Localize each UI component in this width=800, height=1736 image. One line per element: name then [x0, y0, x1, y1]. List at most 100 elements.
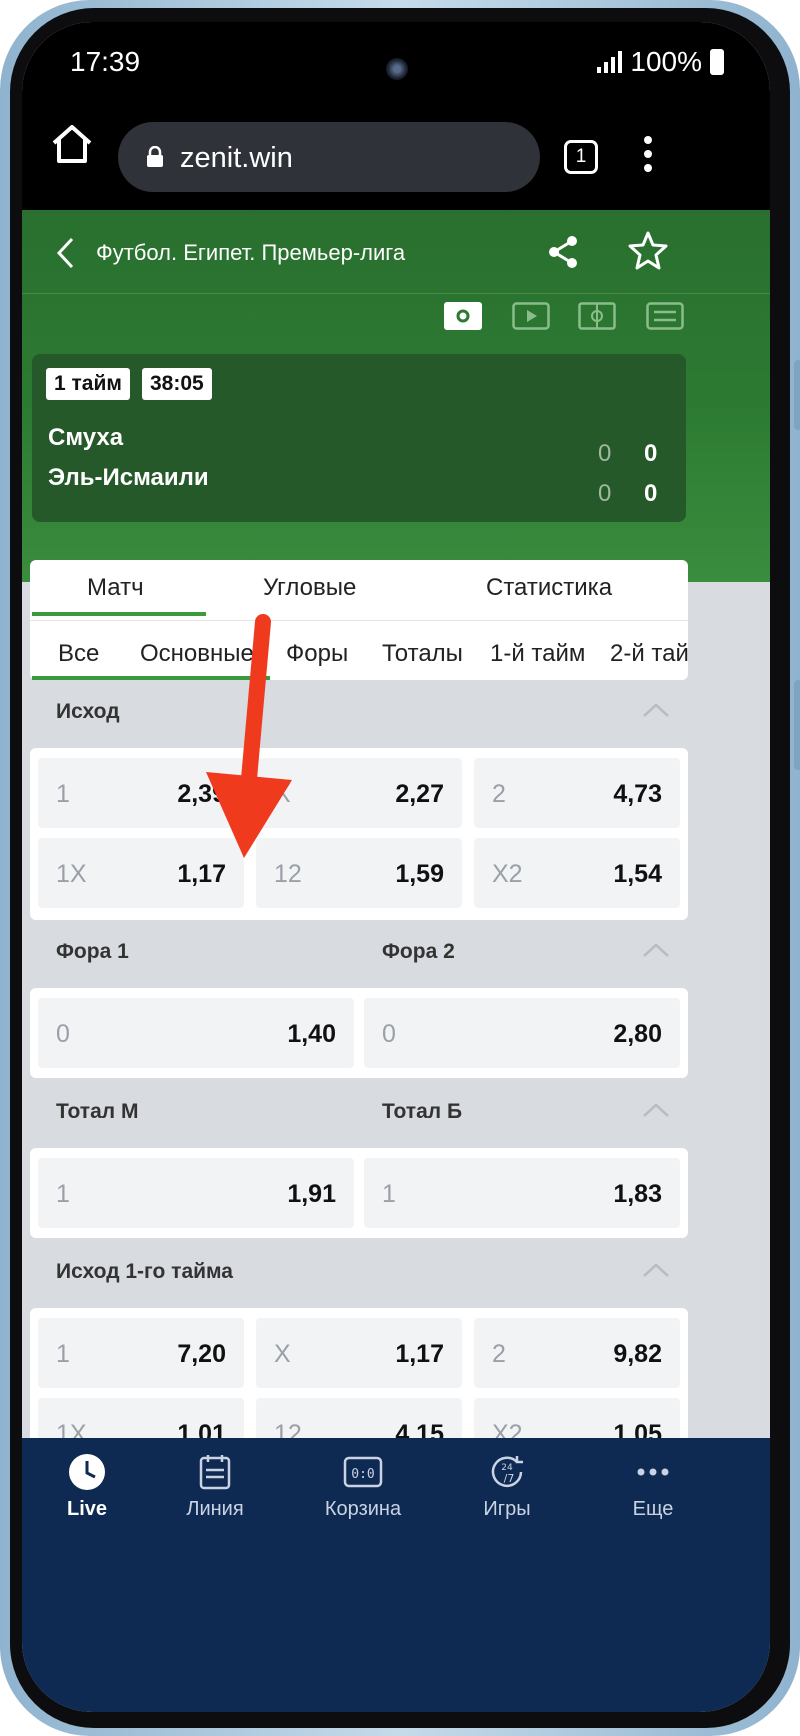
browser-menu-icon[interactable] — [638, 136, 658, 180]
clock-icon — [69, 1454, 105, 1490]
media-buttons — [22, 294, 770, 348]
filter-second-half[interactable]: 2-й тайм — [610, 640, 688, 668]
filter-totals[interactable]: Тоталы — [382, 640, 463, 668]
odd-label: 2 — [492, 780, 506, 808]
scoreboard-icon: 0:0 — [343, 1456, 383, 1488]
odd-label: 12 — [274, 860, 302, 888]
battery-icon — [710, 49, 724, 75]
odd-cell[interactable]: 1X 1,17 — [38, 838, 244, 908]
odd-cell[interactable]: 0 2,80 — [364, 998, 680, 1068]
odd-cell[interactable]: 1 1,91 — [38, 1158, 354, 1228]
status-bar: 17:39 100% — [22, 22, 770, 92]
chevron-up-icon[interactable] — [642, 702, 670, 718]
chevron-up-icon[interactable] — [642, 1262, 670, 1278]
odd-cell[interactable]: 1 1,83 — [364, 1158, 680, 1228]
odd-cell[interactable]: X 2,27 — [256, 758, 462, 828]
filter-first-half[interactable]: 1-й тайм — [490, 640, 585, 668]
tab-statistics[interactable]: Статистика — [486, 574, 612, 602]
svg-text:0:0: 0:0 — [351, 1467, 374, 1482]
address-bar[interactable]: zenit.win — [118, 122, 540, 192]
team1-score-half: 0 — [598, 440, 612, 467]
tab-corners[interactable]: Угловые — [263, 574, 356, 602]
odd-label: X — [274, 780, 291, 808]
team2-score: 0 — [644, 480, 658, 507]
home-icon[interactable] — [50, 122, 94, 166]
team2-name: Эль-Исмаили — [48, 464, 209, 491]
more-dots-icon — [637, 1468, 669, 1476]
chevron-up-icon[interactable] — [642, 1102, 670, 1118]
lock-icon — [147, 146, 163, 167]
active-tab-underline — [32, 612, 206, 616]
favorite-star-icon[interactable] — [628, 230, 668, 270]
chevron-up-icon[interactable] — [642, 942, 670, 958]
nav-label: Игры — [483, 1498, 531, 1520]
market-title: Исход — [56, 700, 120, 723]
odd-label: 0 — [56, 1020, 70, 1048]
scoreboard-view-icon[interactable] — [444, 302, 482, 330]
odd-label: 2 — [492, 1340, 506, 1368]
odd-value: 1,17 — [177, 860, 226, 888]
tab-switcher-button[interactable]: 1 — [564, 140, 598, 174]
filter-handicaps[interactable]: Форы — [286, 640, 348, 668]
screen: 17:39 100% zenit.win 1 Футбол. Египет. П… — [22, 22, 770, 1712]
market-header-handicap[interactable]: Фора 1 Фора 2 — [30, 920, 688, 988]
nav-more[interactable]: Еще — [588, 1438, 718, 1548]
odd-label: 1X — [56, 860, 87, 888]
back-arrow-icon[interactable] — [54, 236, 78, 270]
odd-value: 1,59 — [395, 860, 444, 888]
odd-label: 1 — [56, 1180, 70, 1208]
team1-score: 0 — [644, 440, 658, 467]
odd-cell[interactable]: X 1,17 — [256, 1318, 462, 1388]
odd-value: 7,20 — [177, 1340, 226, 1368]
odd-cell[interactable]: 2 4,73 — [474, 758, 680, 828]
odd-value: 2,80 — [613, 1020, 662, 1048]
market-title: Тотал М — [56, 1100, 139, 1123]
nav-basket[interactable]: 0:0 Корзина — [298, 1438, 428, 1548]
filter-main[interactable]: Основные — [140, 640, 254, 668]
market-title: Фора 2 — [382, 940, 455, 963]
odd-value: 1,91 — [287, 1180, 336, 1208]
nav-label: Еще — [632, 1498, 674, 1520]
odd-label: 0 — [382, 1020, 396, 1048]
odd-cell[interactable]: 12 1,59 — [256, 838, 462, 908]
odd-value: 2,39 — [177, 780, 226, 808]
odd-value: 1,17 — [395, 1340, 444, 1368]
market-header-total[interactable]: Тотал М Тотал Б — [30, 1080, 688, 1148]
period-badge: 1 тайм — [46, 368, 130, 400]
volume-button — [794, 360, 800, 430]
field-icon[interactable] — [578, 302, 616, 330]
market-header-outcome[interactable]: Исход — [30, 680, 688, 748]
market-header-first-half[interactable]: Исход 1-го тайма — [30, 1240, 688, 1308]
odd-label: 1 — [382, 1180, 396, 1208]
odd-label: X — [274, 1340, 291, 1368]
odd-label: 1 — [56, 780, 70, 808]
odd-cell[interactable]: 2 9,82 — [474, 1318, 680, 1388]
list-view-icon[interactable] — [646, 302, 684, 330]
front-camera — [386, 58, 408, 80]
status-icons: 100% — [597, 46, 724, 78]
share-icon[interactable] — [546, 234, 580, 270]
odd-cell[interactable]: 1 7,20 — [38, 1318, 244, 1388]
odd-value: 4,73 — [613, 780, 662, 808]
filter-all[interactable]: Все — [58, 640, 99, 668]
bottom-nav: Live Линия 0:0 Корзина 24 /7 Игры Еще — [22, 1438, 770, 1712]
tab-match[interactable]: Матч — [87, 574, 144, 602]
market-title: Фора 1 — [56, 940, 129, 963]
phone-frame: 17:39 100% zenit.win 1 Футбол. Египет. П… — [0, 0, 800, 1736]
battery-percent: 100% — [630, 46, 702, 77]
nav-line[interactable]: Линия — [150, 1438, 280, 1548]
team2-score-half: 0 — [598, 480, 612, 507]
odd-label: X2 — [492, 860, 523, 888]
video-icon[interactable] — [512, 302, 550, 330]
league-title: Футбол. Египет. Премьер-лига — [96, 240, 406, 265]
odd-value: 1,40 — [287, 1020, 336, 1048]
odd-label: 1 — [56, 1340, 70, 1368]
market-tabs: Матч Угловые Статистика Все Основные Фор… — [30, 560, 688, 680]
odd-cell[interactable]: 0 1,40 — [38, 998, 354, 1068]
clock-badge: 38:05 — [142, 368, 212, 400]
odd-cell[interactable]: X2 1,54 — [474, 838, 680, 908]
status-time: 17:39 — [70, 46, 141, 77]
nav-live[interactable]: Live — [22, 1438, 152, 1548]
odd-cell[interactable]: 1 2,39 — [38, 758, 244, 828]
nav-games[interactable]: 24 /7 Игры — [442, 1438, 572, 1548]
